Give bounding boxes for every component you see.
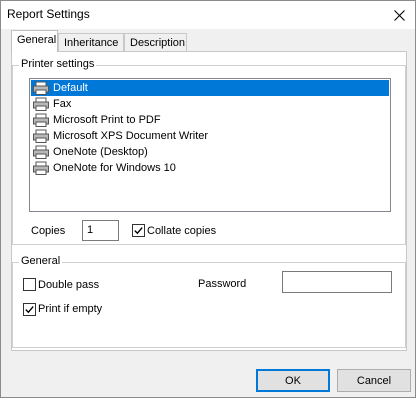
printer-name: Fax [53,98,72,110]
printer-icon [33,161,49,175]
close-icon [393,9,405,21]
double-pass-label: Double pass [38,279,100,291]
password-label: Password [198,278,247,290]
cancel-button[interactable]: Cancel [337,369,411,392]
printer-item-fax[interactable]: Fax [31,96,389,112]
checkmark-icon [134,227,143,235]
checkmark-icon [25,306,34,314]
window-title: Report Settings [7,7,90,21]
printer-icon [33,129,49,143]
printer-settings-legend: Printer settings [19,58,97,70]
tab-general-label: General [17,34,57,46]
printer-item-onenote-desktop[interactable]: OneNote (Desktop) [31,144,389,160]
tab-inheritance-label: Inheritance [64,37,119,49]
tab-general[interactable]: General [11,30,58,52]
double-pass-checkbox[interactable] [23,278,36,291]
printer-item-default[interactable]: Default [31,80,389,96]
printer-icon [33,113,49,127]
printer-name: OneNote for Windows 10 [53,162,176,174]
printer-name: OneNote (Desktop) [53,146,148,158]
general-legend: General [19,255,63,267]
tab-description-label: Description [130,37,186,49]
printer-icon [33,145,49,159]
printer-list[interactable]: Default Fax Microsoft Print to PDF Micro… [29,78,391,212]
close-button[interactable] [387,3,411,27]
tab-description[interactable]: Description [124,33,187,52]
collate-copies-checkbox[interactable] [132,224,145,237]
printer-name: Microsoft Print to PDF [53,114,161,126]
printer-icon [33,97,49,111]
collate-copies-label: Collate copies [147,225,217,237]
print-if-empty-checkbox[interactable] [23,303,36,316]
printer-name: Microsoft XPS Document Writer [53,130,209,142]
printer-item-onenote-windows-10[interactable]: OneNote for Windows 10 [31,160,389,176]
password-input[interactable] [282,271,392,293]
ok-button[interactable]: OK [256,369,330,392]
printer-name: Default [53,82,88,94]
title-bar: Report Settings [1,1,415,29]
general-tab-panel: Printer settings Default Fax Microsoft P… [11,51,407,351]
printer-item-microsoft-xps-document-writer[interactable]: Microsoft XPS Document Writer [31,128,389,144]
report-settings-dialog: Report Settings General Inheritance Desc… [0,0,416,398]
print-if-empty-label: Print if empty [38,303,103,315]
copies-label: Copies [31,225,66,237]
printer-icon [33,81,49,95]
printer-item-microsoft-print-to-pdf[interactable]: Microsoft Print to PDF [31,112,389,128]
tab-inheritance[interactable]: Inheritance [58,33,124,52]
copies-input[interactable]: 1 [82,220,119,241]
